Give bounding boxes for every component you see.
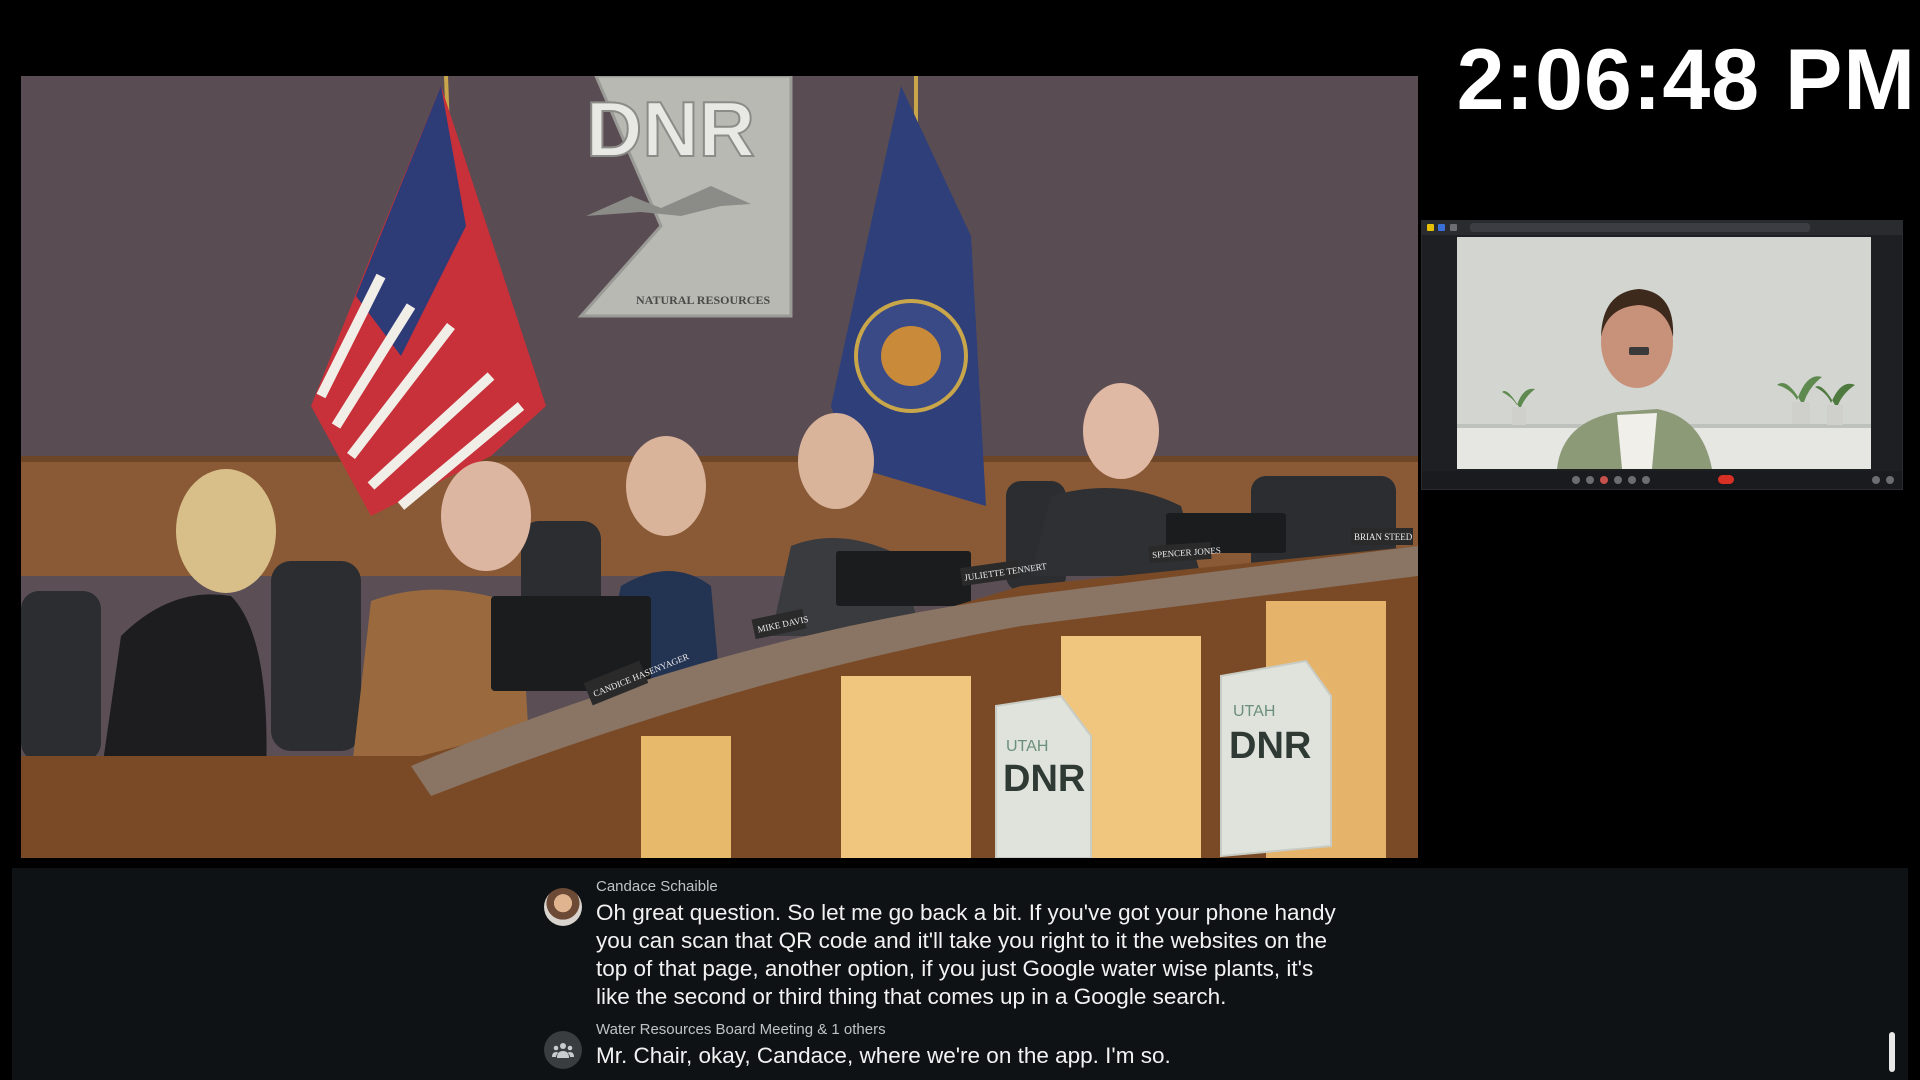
caption-text: Mr. Chair, okay, Candace, where we're on… — [596, 1043, 1171, 1068]
end-call-button[interactable] — [1718, 475, 1734, 484]
more-icon[interactable] — [1642, 476, 1650, 484]
svg-text:UTAH: UTAH — [1233, 703, 1275, 720]
captions-scrollbar[interactable] — [1889, 1032, 1895, 1072]
group-icon — [544, 1031, 582, 1069]
app-icon — [1438, 224, 1445, 231]
svg-text:UTAH: UTAH — [1006, 738, 1048, 755]
svg-text:DNR: DNR — [1229, 725, 1311, 767]
mic-icon[interactable] — [1572, 476, 1580, 484]
remote-participant-window[interactable] — [1421, 220, 1903, 490]
remote-participant-video — [1457, 237, 1871, 469]
desk-sign-1: UTAH DNR — [995, 694, 1092, 858]
info-icon[interactable] — [1872, 476, 1880, 484]
desk-sign-2: UTAH DNR — [1220, 659, 1332, 858]
app-icon — [1427, 224, 1434, 231]
nameplate: BRIAN STEED — [1351, 528, 1413, 545]
emoji-icon[interactable] — [1614, 476, 1622, 484]
remote-window-titlebar — [1422, 221, 1902, 235]
room-scene: DNR NATURAL RESOURCES UTAH DNR UTAH DNR … — [21, 76, 1418, 858]
people-icon[interactable] — [1886, 476, 1894, 484]
room-video-feed: DNR NATURAL RESOURCES UTAH DNR UTAH DNR … — [21, 76, 1418, 858]
tab-icon — [1450, 224, 1457, 231]
remote-scene — [1457, 237, 1871, 469]
hand-icon[interactable] — [1628, 476, 1636, 484]
svg-text:BRIAN STEED: BRIAN STEED — [1354, 532, 1413, 542]
remote-window-title — [1470, 223, 1810, 232]
caption-text: Oh great question. So let me go back a b… — [596, 900, 1336, 1009]
caption-speaker-name: Candace Schaible — [596, 878, 718, 895]
captions-panel: Candace Schaible Oh great question. So l… — [12, 868, 1908, 1080]
svg-text:DNR: DNR — [1003, 758, 1085, 800]
share-icon[interactable] — [1600, 476, 1608, 484]
wall-sign-title: DNR — [586, 85, 755, 173]
clock-time: 2:06:48 PM — [1456, 32, 1916, 128]
call-controls-bar — [1422, 471, 1902, 489]
caption-speaker-name: Water Resources Board Meeting & 1 others — [596, 1021, 886, 1038]
speaker-avatar-photo — [544, 888, 582, 926]
camera-icon[interactable] — [1586, 476, 1594, 484]
wall-sign-subtitle: NATURAL RESOURCES — [636, 293, 770, 307]
